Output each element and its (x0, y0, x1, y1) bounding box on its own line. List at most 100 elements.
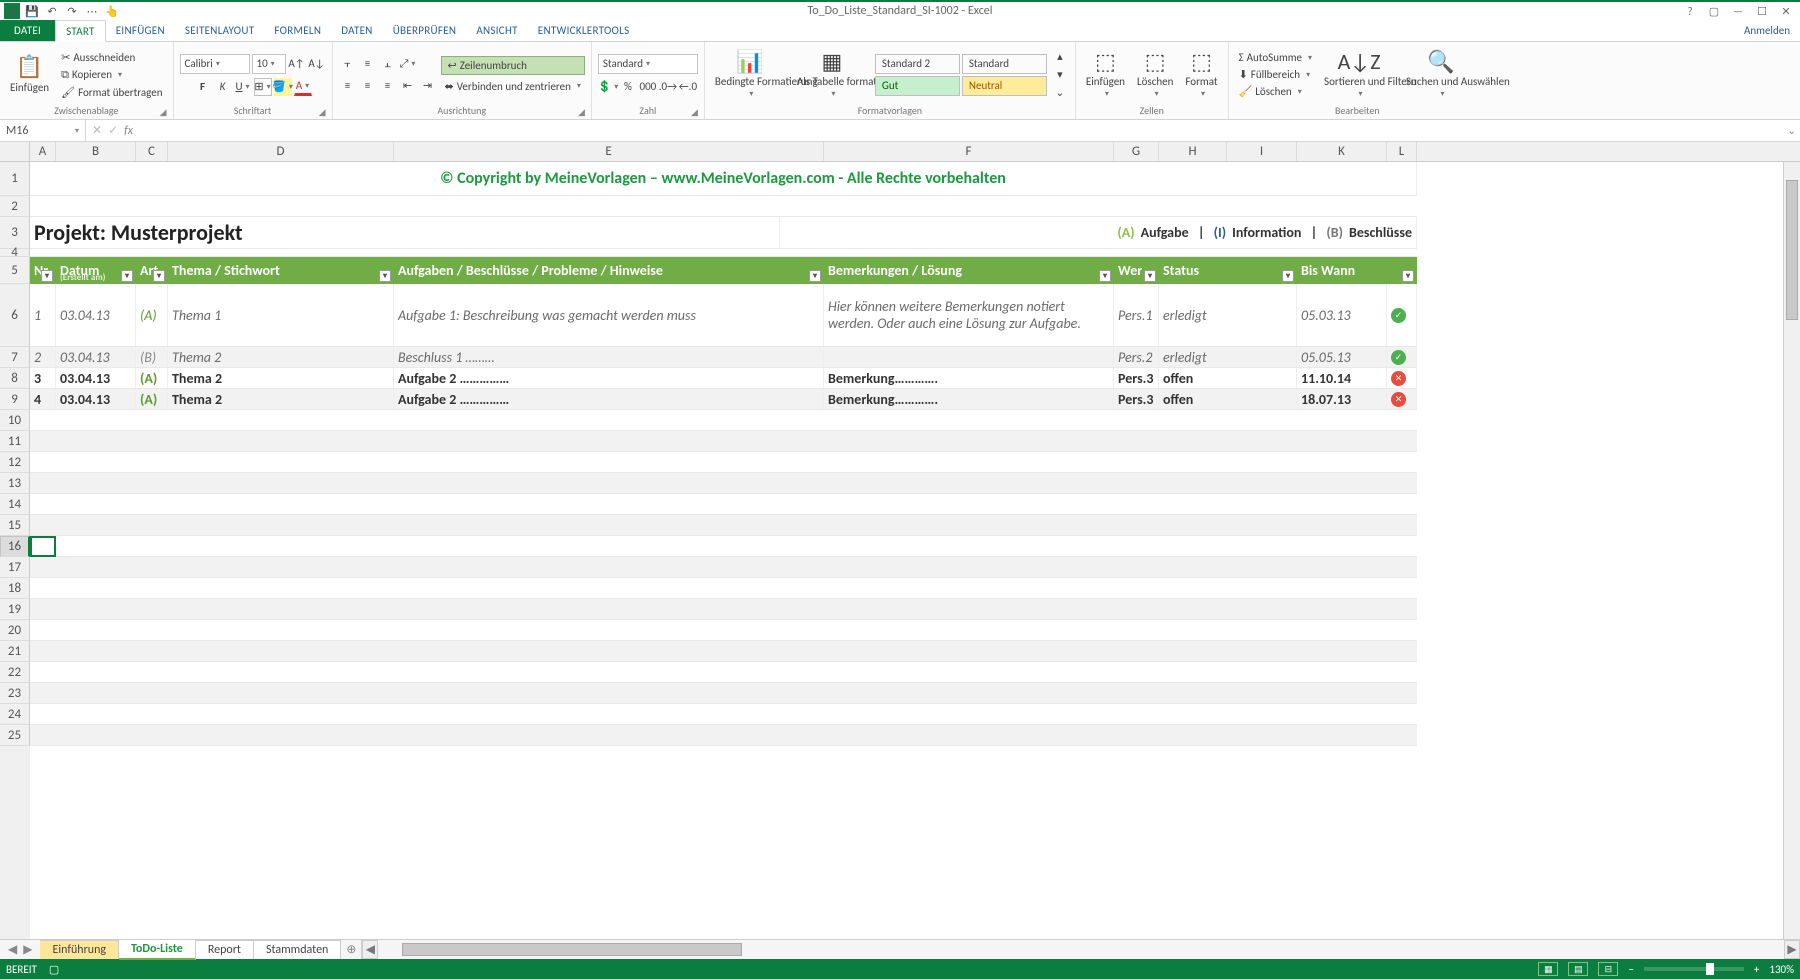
row-header-11[interactable]: 11 (0, 431, 30, 452)
indent-decrease-icon[interactable]: ⇤ (399, 77, 417, 95)
sort-filter-button[interactable]: A↓ZSortieren und Filtern (1320, 48, 1398, 101)
find-select-button[interactable]: 🔍Suchen und Auswählen (1402, 48, 1480, 101)
launcher-icon[interactable]: ◢ (578, 107, 585, 118)
row-header-12[interactable]: 12 (0, 452, 30, 473)
col-header-G[interactable]: G (1114, 142, 1159, 161)
font-color-button[interactable]: A (294, 78, 312, 96)
formula-expand-icon[interactable]: ⌄ (1788, 124, 1796, 137)
tab-formeln[interactable]: FORMELN (264, 20, 331, 41)
zoom-slider[interactable] (1644, 967, 1744, 971)
delete-cells-button[interactable]: ⬚Löschen (1133, 48, 1177, 101)
tab-einfuegen[interactable]: EINFÜGEN (106, 20, 175, 41)
sheet-tab-stammdaten[interactable]: Stammdaten (254, 940, 341, 959)
row-header-4[interactable]: 4 (0, 249, 30, 257)
align-left-icon[interactable]: ≡ (339, 77, 357, 95)
format-as-table-button[interactable]: ▦Als Tabelle formatieren (793, 48, 871, 101)
col-header-I[interactable]: I (1227, 142, 1297, 161)
orientation-icon[interactable]: ⤢ (399, 55, 417, 73)
help-icon[interactable]: ? (1682, 4, 1698, 18)
zoom-knob[interactable] (1706, 963, 1714, 975)
table-row[interactable]: 203.04.13(B)Thema 2Beschluss 1 ………Pers.2… (30, 347, 1417, 368)
fill-color-button[interactable]: 🪣 (274, 78, 292, 96)
ribbon-options-icon[interactable]: ▢ (1706, 4, 1722, 18)
filter-button-aufg[interactable]: ▾ (809, 270, 821, 282)
indent-increase-icon[interactable]: ⇥ (419, 77, 437, 95)
sheet-tab-todo[interactable]: ToDo-Liste (119, 939, 196, 960)
row-header-16[interactable]: 16 (0, 536, 30, 557)
align-right-icon[interactable]: ≡ (379, 77, 397, 95)
macro-record-icon[interactable]: ▢ (49, 963, 59, 976)
tab-ansicht[interactable]: ANSICHT (466, 20, 527, 41)
filter-button-status[interactable]: ▾ (1282, 270, 1294, 282)
zoom-in-icon[interactable]: + (1754, 963, 1759, 976)
percent-icon[interactable]: % (619, 78, 637, 96)
col-header-H[interactable]: H (1159, 142, 1227, 161)
filter-button-art[interactable]: ▾ (153, 270, 165, 282)
row-header-10[interactable]: 10 (0, 410, 30, 431)
row-header-9[interactable]: 9 (0, 389, 30, 410)
row-header-15[interactable]: 15 (0, 515, 30, 536)
table-row[interactable]: 303.04.13(A)Thema 2Aufgabe 2 ……………Bemerk… (30, 368, 1417, 389)
filter-button-bem[interactable]: ▾ (1099, 270, 1111, 282)
format-cells-button[interactable]: ⬚Format (1181, 48, 1221, 101)
tab-start[interactable]: START (55, 20, 106, 42)
italic-button[interactable]: K (214, 78, 232, 96)
number-format-select[interactable]: Standard (598, 54, 698, 74)
font-name-select[interactable]: Calibri (180, 54, 250, 74)
scroll-right-icon[interactable]: ▶ (1784, 940, 1800, 959)
row-header-7[interactable]: 7 (0, 347, 30, 368)
tab-seitenlayout[interactable]: SEITENLAYOUT (175, 20, 265, 41)
touch-mode-icon[interactable]: 👆 (104, 3, 120, 19)
col-header-F[interactable]: F (824, 142, 1114, 161)
filter-button-bis[interactable]: ▾ (1402, 270, 1414, 282)
col-header-A[interactable]: A (30, 142, 56, 161)
fill-button[interactable]: ⬇Füllbereich (1235, 67, 1316, 82)
row-header-22[interactable]: 22 (0, 662, 30, 683)
fx-icon[interactable]: fx (124, 124, 133, 138)
add-sheet-button[interactable]: ⊕ (341, 942, 361, 957)
style-more-icon[interactable]: ⌄ (1051, 84, 1069, 102)
filter-button-thema[interactable]: ▾ (379, 270, 391, 282)
row-header-13[interactable]: 13 (0, 473, 30, 494)
page-layout-view-icon[interactable]: ▤ (1568, 962, 1588, 976)
row-header-23[interactable]: 23 (0, 683, 30, 704)
launcher-icon[interactable]: ◢ (691, 107, 698, 118)
launcher-icon[interactable]: ◢ (319, 107, 326, 118)
autosum-button[interactable]: ΣAutoSumme (1235, 50, 1316, 65)
row-header-8[interactable]: 8 (0, 368, 30, 389)
col-header-D[interactable]: D (168, 142, 394, 161)
row-header-6[interactable]: 6 (0, 284, 30, 347)
bold-button[interactable]: F (194, 78, 212, 96)
scroll-thumb[interactable] (1786, 180, 1798, 320)
maximize-icon[interactable]: ☐ (1754, 4, 1770, 18)
style-standard[interactable]: Standard (962, 54, 1047, 74)
tab-entwicklertools[interactable]: ENTWICKLERTOOLS (528, 20, 640, 41)
filter-button-datum[interactable]: ▾ (121, 270, 133, 282)
table-row[interactable]: 403.04.13(A)Thema 2Aufgabe 2 ……………Bemerk… (30, 389, 1417, 410)
horizontal-scrollbar[interactable]: ◀ ▶ (361, 940, 1800, 959)
vertical-scrollbar[interactable] (1783, 162, 1800, 939)
style-scroll-down-icon[interactable]: ▾ (1051, 66, 1069, 84)
sheet-nav[interactable]: ◀▶ (0, 942, 40, 957)
clear-button[interactable]: 🧹Löschen (1235, 84, 1316, 99)
normal-view-icon[interactable]: ▦ (1538, 962, 1558, 976)
page-break-view-icon[interactable]: ⊟ (1598, 962, 1618, 976)
copy-button[interactable]: ⧉Kopieren (57, 67, 166, 83)
tab-datei[interactable]: DATEI (0, 20, 55, 41)
table-row[interactable]: 103.04.13(A)Thema 1Aufgabe 1: Beschreibu… (30, 284, 1417, 347)
tab-ueberpruefen[interactable]: ÜBERPRÜFEN (383, 20, 467, 41)
decrease-decimal-icon[interactable]: ←.0 (679, 78, 697, 96)
zoom-level[interactable]: 130% (1769, 963, 1794, 976)
filter-button-nr[interactable]: ▾ (41, 270, 53, 282)
qat-more-icon[interactable]: ⋯ (84, 3, 100, 19)
currency-icon[interactable]: 💲 (599, 78, 617, 96)
undo-icon[interactable]: ↶ (44, 3, 60, 19)
row-header-5[interactable]: 5 (0, 257, 30, 284)
align-top-icon[interactable]: ⫟ (339, 55, 357, 73)
col-header-K[interactable]: K (1297, 142, 1387, 161)
style-scroll-up-icon[interactable]: ▴ (1051, 48, 1069, 66)
conditional-formatting-button[interactable]: 📊Bedingte Formatierung (711, 48, 789, 101)
style-neutral[interactable]: Neutral (962, 76, 1047, 96)
increase-decimal-icon[interactable]: .0→ (659, 78, 677, 96)
col-header-C[interactable]: C (136, 142, 168, 161)
